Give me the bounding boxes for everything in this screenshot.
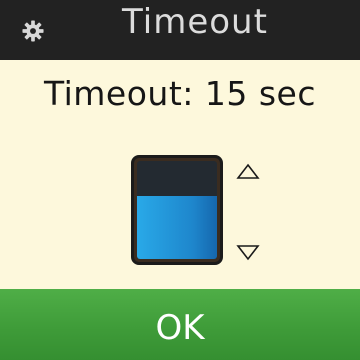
decrease-arrow-icon[interactable] bbox=[236, 243, 260, 261]
ok-button-label: OK bbox=[155, 308, 205, 348]
timeout-level-gauge bbox=[131, 155, 223, 265]
gauge-fill bbox=[137, 196, 217, 259]
timeout-value-text: Timeout: 15 sec bbox=[43, 74, 317, 113]
gauge-track bbox=[137, 161, 217, 259]
header-bar: Timeout bbox=[0, 0, 360, 60]
increase-arrow-icon[interactable] bbox=[236, 163, 260, 181]
ok-button[interactable]: OK bbox=[0, 289, 360, 360]
gear-icon[interactable] bbox=[22, 20, 44, 42]
page-title: Timeout bbox=[122, 2, 268, 42]
